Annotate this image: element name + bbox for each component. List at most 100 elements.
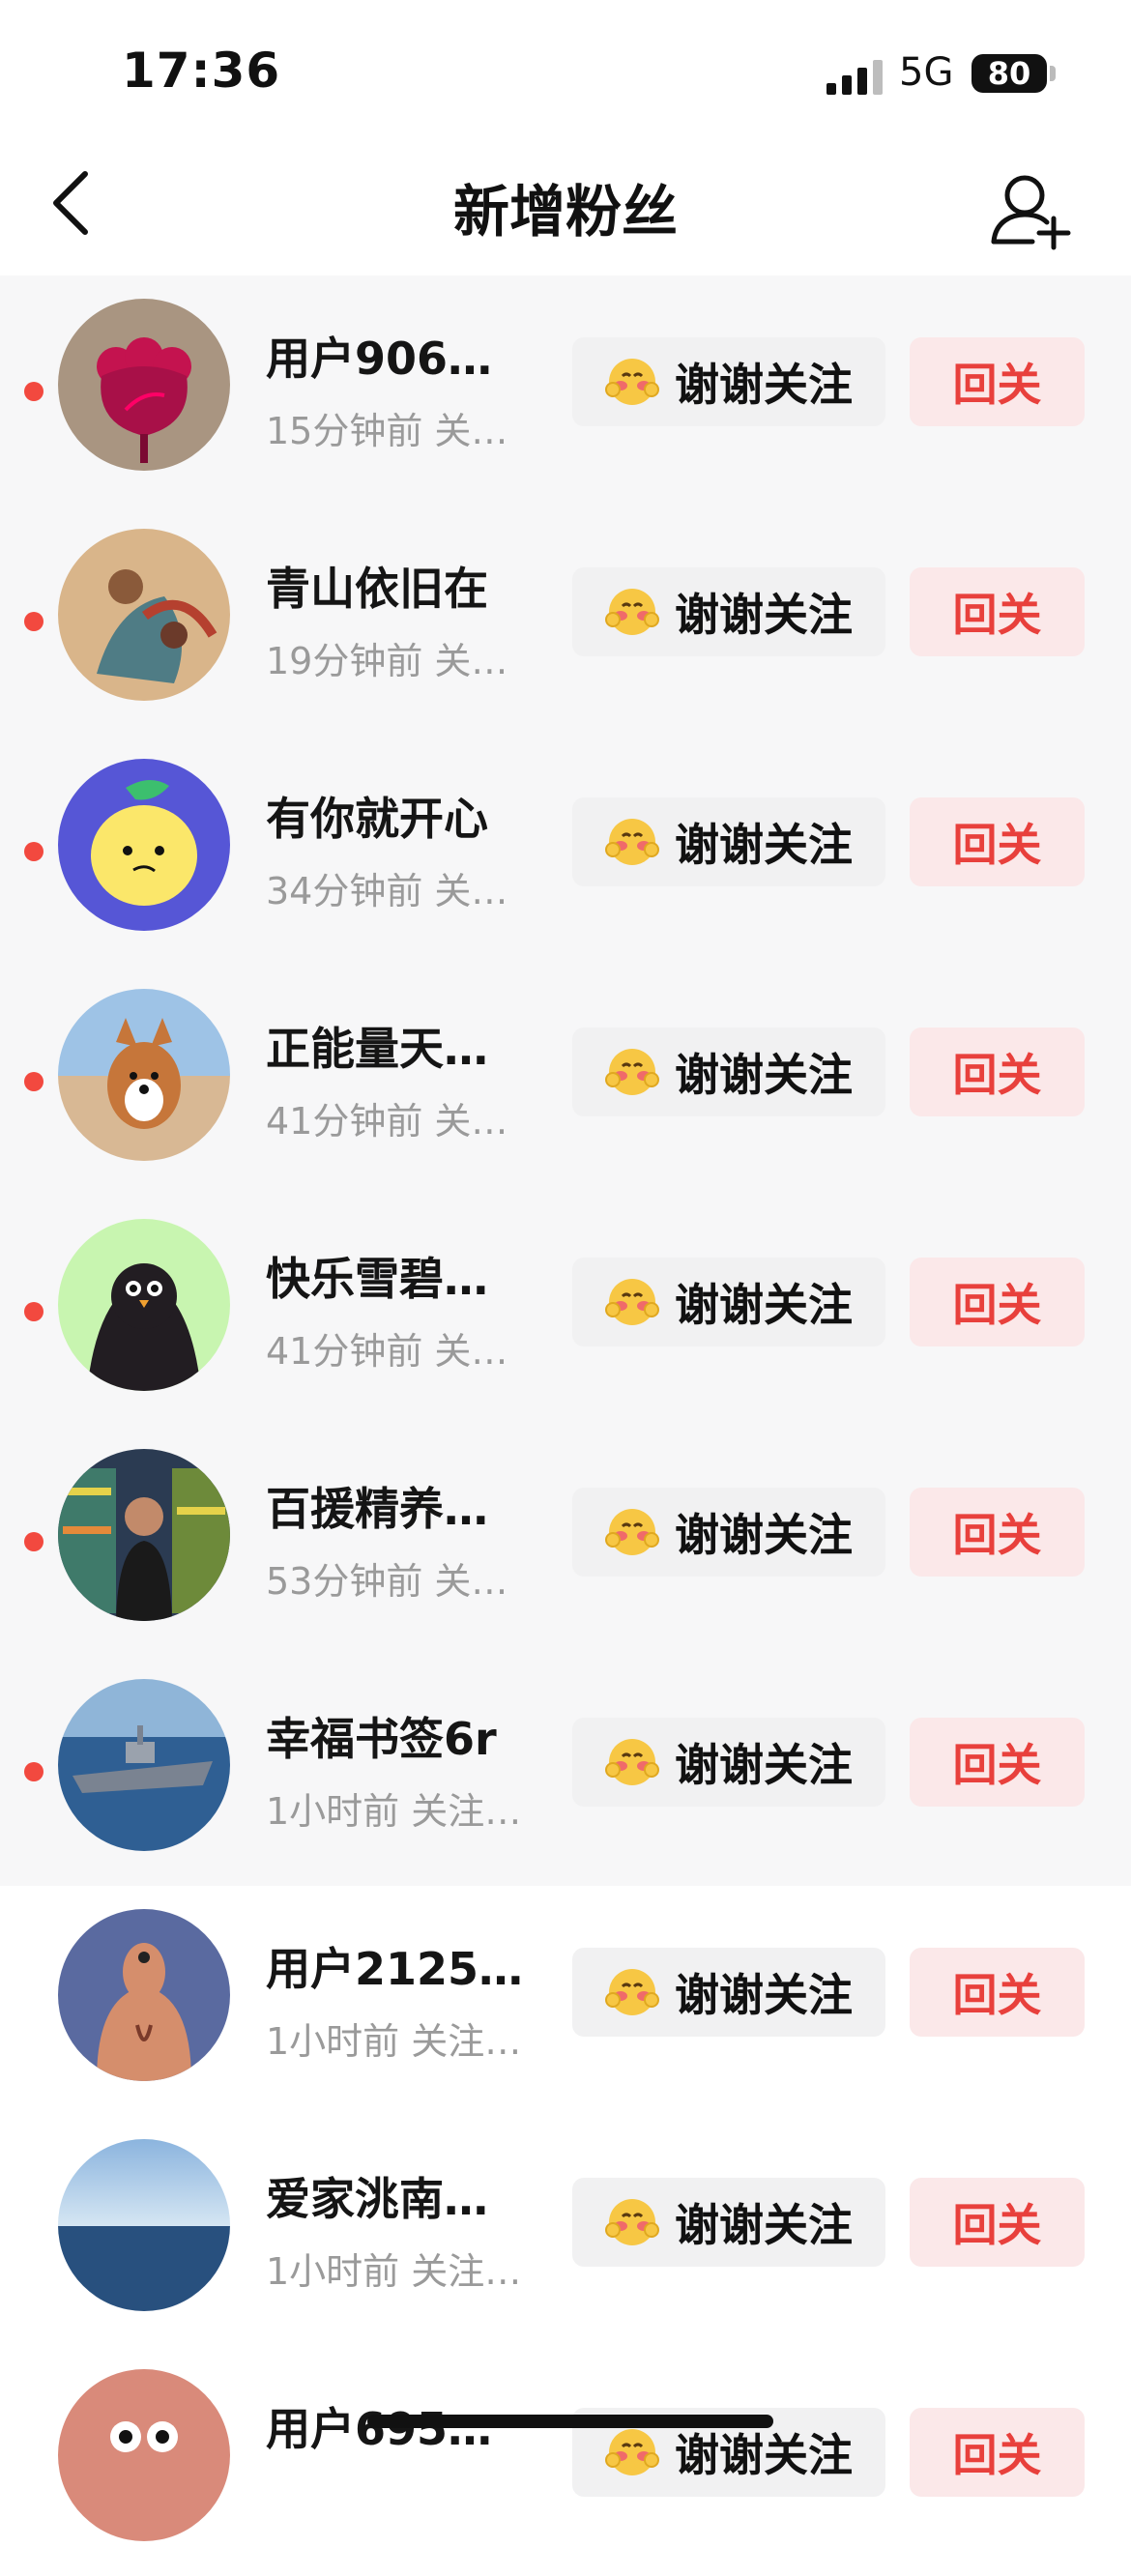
blushing-emoji-icon (605, 1969, 659, 2015)
thanks-button[interactable]: 谢谢关注 (572, 1258, 885, 1346)
follow-back-label: 回关 (952, 1969, 1042, 2021)
thanks-label: 谢谢关注 (675, 1049, 853, 1101)
avatar[interactable] (58, 1909, 230, 2081)
avatar[interactable] (58, 1219, 230, 1391)
follow-back-button[interactable]: 回关 (910, 2408, 1085, 2497)
thanks-label: 谢谢关注 (675, 359, 853, 411)
fan-row[interactable]: 正能量天… 41分钟前 关… 谢谢关注 回关 (0, 966, 1131, 1196)
thanks-label: 谢谢关注 (675, 2429, 853, 2481)
fan-row[interactable]: 百援精养… 53分钟前 关… 谢谢关注 回关 (0, 1426, 1131, 1656)
avatar[interactable] (58, 759, 230, 931)
follow-time: 41分钟前 关… (266, 1330, 508, 1373)
follow-time: 19分钟前 关… (266, 640, 508, 682)
follow-back-button[interactable]: 回关 (910, 1718, 1085, 1807)
fan-name[interactable]: 百援精养… (266, 1474, 488, 1538)
fan-row[interactable]: 用户695… 谢谢关注 回关 (0, 2346, 1131, 2576)
follow-back-label: 回关 (952, 2429, 1042, 2481)
fan-name[interactable]: 青山依旧在 (266, 554, 488, 618)
blushing-emoji-icon (605, 589, 659, 635)
thanks-label: 谢谢关注 (675, 589, 853, 641)
thanks-label: 谢谢关注 (675, 1739, 853, 1791)
unread-dot (24, 1072, 44, 1091)
follow-back-button[interactable]: 回关 (910, 1488, 1085, 1577)
unread-dot (24, 1762, 44, 1781)
thanks-button[interactable]: 谢谢关注 (572, 567, 885, 656)
status-bar: 17:36 5G 80 (0, 0, 1131, 145)
thanks-button[interactable]: 谢谢关注 (572, 1948, 885, 2037)
fan-name[interactable]: 用户906… (266, 324, 492, 388)
unread-dot (24, 1532, 44, 1551)
follow-back-label: 回关 (952, 589, 1042, 641)
battery-tip (1050, 66, 1056, 81)
follow-back-button[interactable]: 回关 (910, 1028, 1085, 1116)
follow-time: 1小时前 关注… (266, 2250, 522, 2293)
avatar[interactable] (58, 299, 230, 471)
unread-dot (24, 382, 44, 401)
thanks-button[interactable]: 谢谢关注 (572, 1028, 885, 1116)
follow-back-button[interactable]: 回关 (910, 2178, 1085, 2267)
avatar[interactable] (58, 2369, 230, 2541)
follow-back-button[interactable]: 回关 (910, 1258, 1085, 1346)
thanks-label: 谢谢关注 (675, 2199, 853, 2251)
follow-back-button[interactable]: 回关 (910, 1948, 1085, 2037)
blushing-emoji-icon (605, 2429, 659, 2475)
fan-row[interactable]: 青山依旧在 19分钟前 关… 谢谢关注 回关 (0, 506, 1131, 736)
fan-list: 用户906… 15分钟前 关… 谢谢关注 回关 青山依旧在 19分钟前 关… 谢… (0, 275, 1131, 2576)
thanks-label: 谢谢关注 (675, 1279, 853, 1331)
avatar[interactable] (58, 1679, 230, 1851)
add-user-button[interactable] (986, 164, 1073, 251)
fan-name[interactable]: 幸福书签6r (266, 1704, 497, 1768)
nav-bar: 新增粉丝 (0, 145, 1131, 275)
follow-back-label: 回关 (952, 359, 1042, 411)
follow-time: 1小时前 关注… (266, 2020, 522, 2063)
follow-back-label: 回关 (952, 1049, 1042, 1101)
blushing-emoji-icon (605, 1279, 659, 1325)
avatar[interactable] (58, 2139, 230, 2311)
follow-time: 15分钟前 关… (266, 410, 508, 452)
avatar[interactable] (58, 529, 230, 701)
unread-dot (24, 1302, 44, 1321)
fan-row[interactable]: 幸福书签6r 1小时前 关注… 谢谢关注 回关 (0, 1656, 1131, 1886)
signal-icon (826, 58, 884, 95)
home-indicator[interactable] (367, 2415, 773, 2428)
fan-row[interactable]: 用户2125… 1小时前 关注… 谢谢关注 回关 (0, 1886, 1131, 2116)
battery-icon: 80 (972, 54, 1047, 93)
thanks-label: 谢谢关注 (675, 1969, 853, 2021)
follow-time: 1小时前 关注… (266, 1790, 522, 1833)
fan-name[interactable]: 有你就开心 (266, 784, 488, 848)
fan-row[interactable]: 爱家洮南… 1小时前 关注… 谢谢关注 回关 (0, 2116, 1131, 2346)
follow-back-label: 回关 (952, 1509, 1042, 1561)
fan-row[interactable]: 有你就开心 34分钟前 关… 谢谢关注 回关 (0, 736, 1131, 966)
thanks-button[interactable]: 谢谢关注 (572, 2178, 885, 2267)
thanks-button[interactable]: 谢谢关注 (572, 337, 885, 426)
avatar[interactable] (58, 989, 230, 1161)
add-user-icon (991, 175, 1071, 250)
status-time: 17:36 (122, 43, 281, 99)
unread-dot (24, 612, 44, 631)
fan-row[interactable]: 用户906… 15分钟前 关… 谢谢关注 回关 (0, 275, 1131, 506)
follow-back-button[interactable]: 回关 (910, 337, 1085, 426)
thanks-label: 谢谢关注 (675, 1509, 853, 1561)
blushing-emoji-icon (605, 819, 659, 865)
fan-name[interactable]: 用户2125… (266, 1934, 523, 1998)
follow-back-label: 回关 (952, 819, 1042, 871)
thanks-button[interactable]: 谢谢关注 (572, 797, 885, 886)
follow-back-button[interactable]: 回关 (910, 797, 1085, 886)
fan-name[interactable]: 快乐雪碧… (266, 1244, 488, 1308)
follow-time: 41分钟前 关… (266, 1100, 508, 1143)
thanks-label: 谢谢关注 (675, 819, 853, 871)
network-label: 5G (899, 50, 954, 95)
blushing-emoji-icon (605, 1049, 659, 1095)
follow-back-label: 回关 (952, 1739, 1042, 1791)
unread-dot (24, 842, 44, 861)
follow-back-button[interactable]: 回关 (910, 567, 1085, 656)
fan-row[interactable]: 快乐雪碧… 41分钟前 关… 谢谢关注 回关 (0, 1196, 1131, 1426)
fan-name[interactable]: 爱家洮南… (266, 2164, 488, 2228)
blushing-emoji-icon (605, 1509, 659, 1555)
thanks-button[interactable]: 谢谢关注 (572, 1488, 885, 1577)
blushing-emoji-icon (605, 359, 659, 405)
page-title: 新增粉丝 (452, 179, 678, 245)
fan-name[interactable]: 正能量天… (266, 1014, 488, 1078)
avatar[interactable] (58, 1449, 230, 1621)
thanks-button[interactable]: 谢谢关注 (572, 1718, 885, 1807)
